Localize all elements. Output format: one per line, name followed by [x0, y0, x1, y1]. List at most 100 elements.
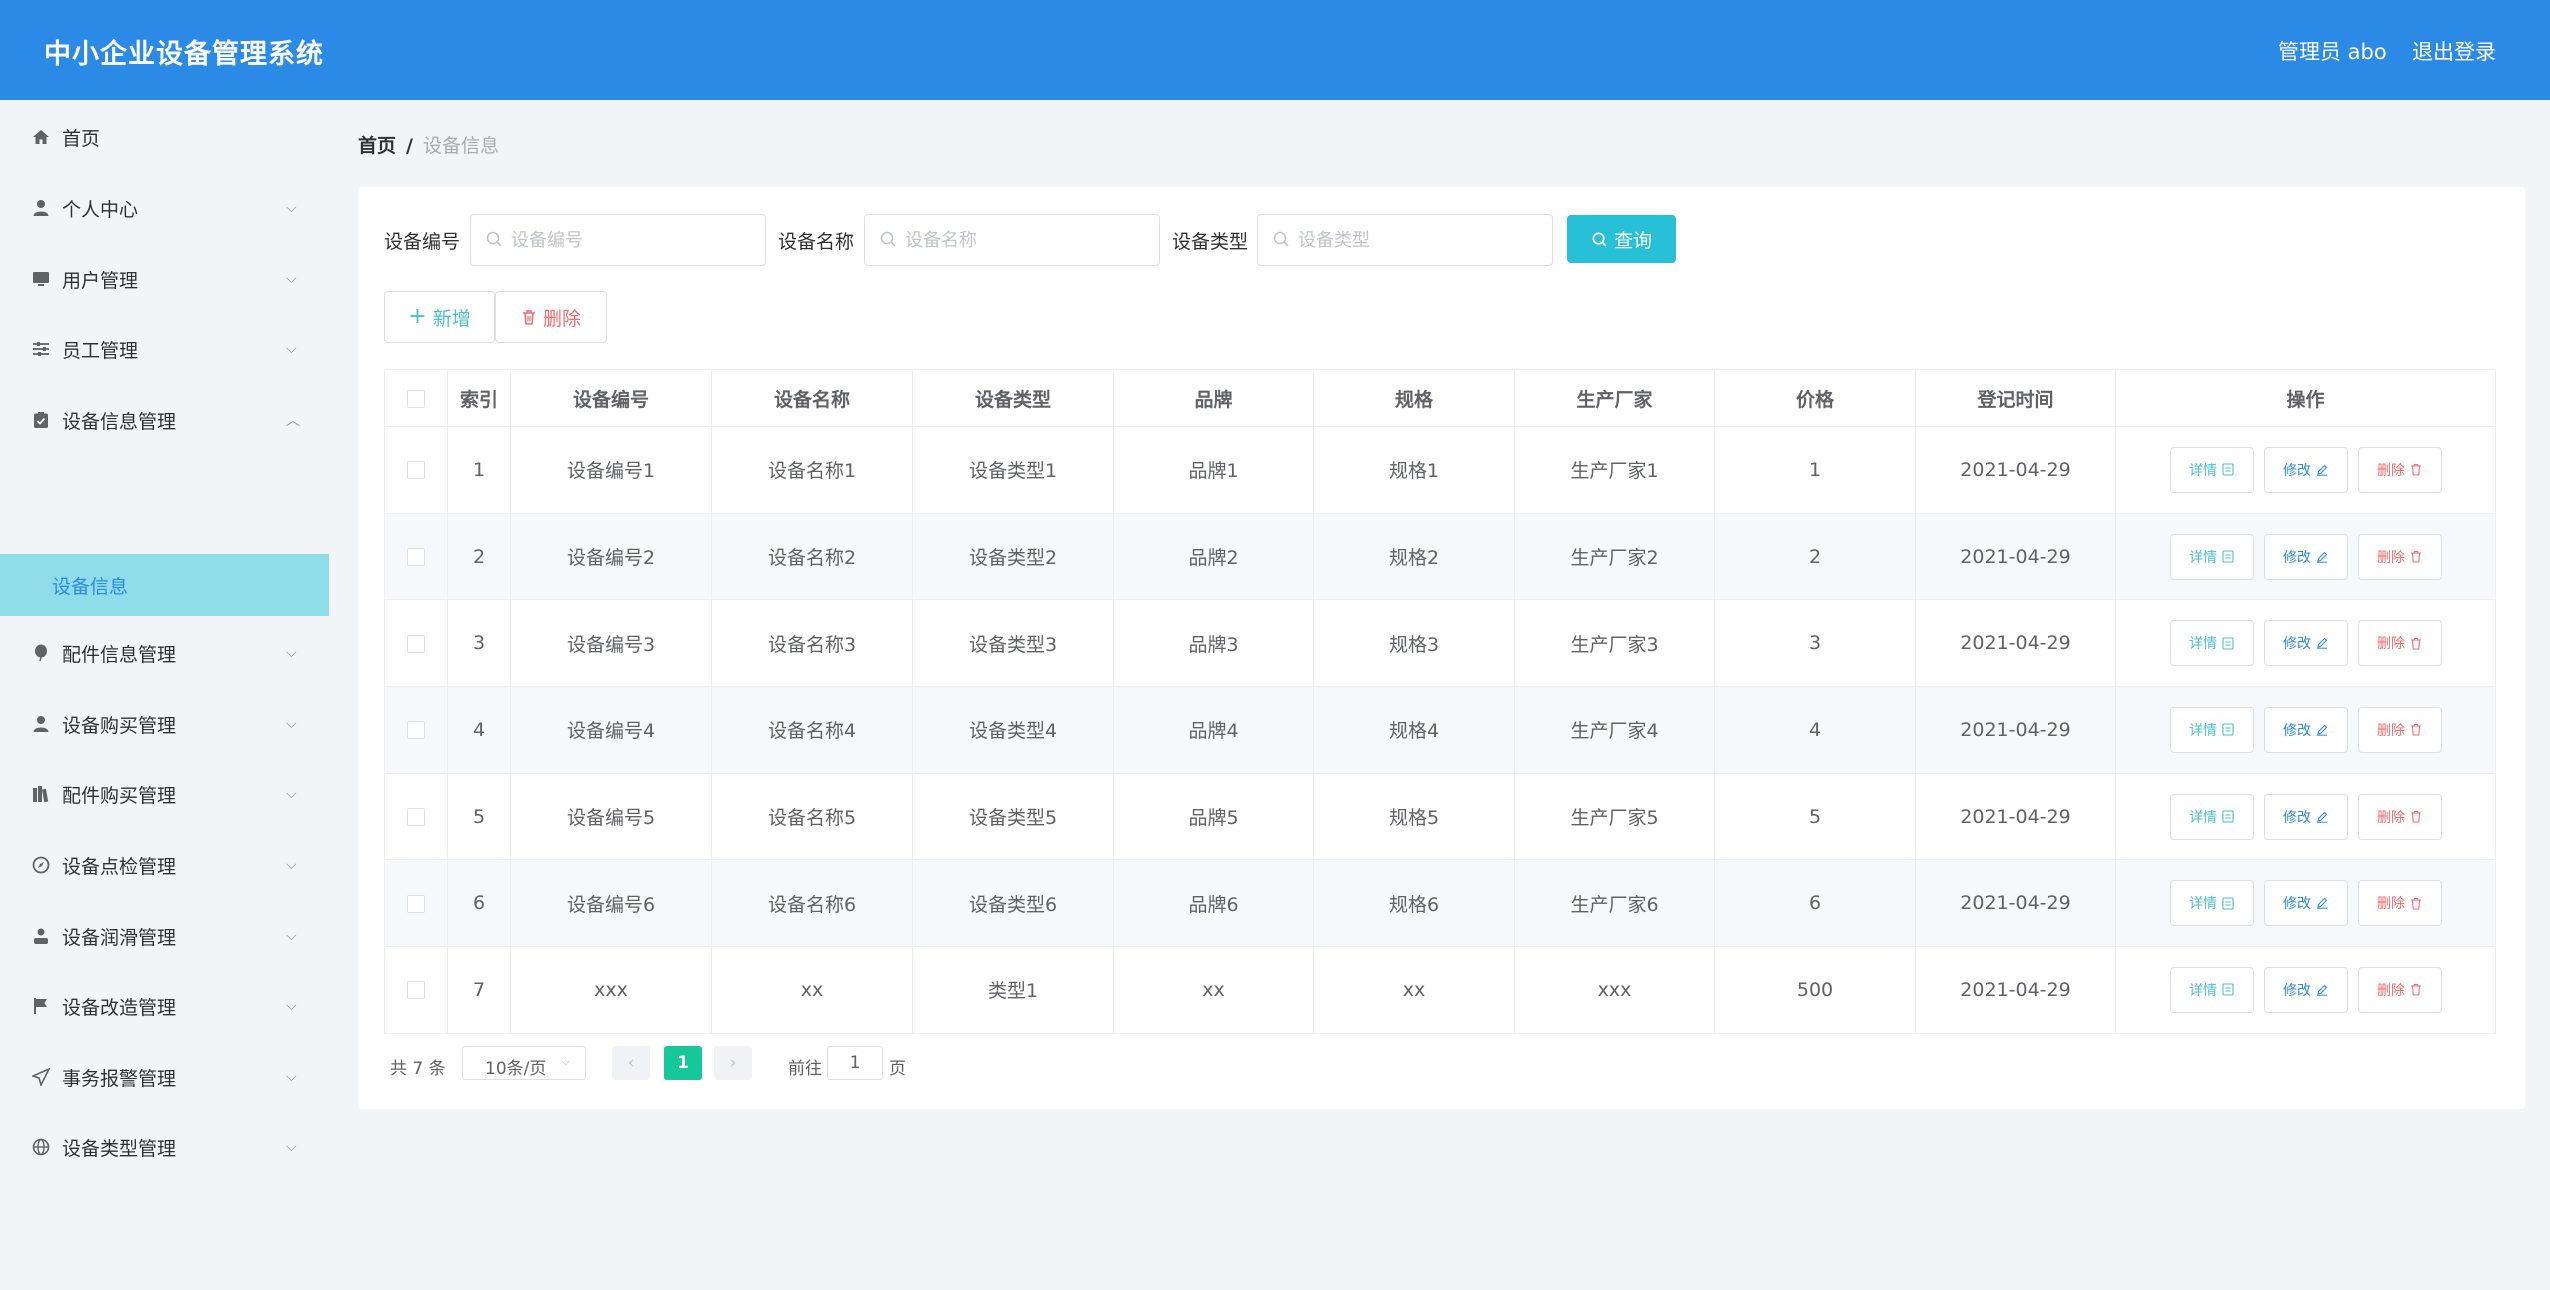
sidebar-item-parts-purchase-management[interactable]: 配件购买管理 ⌵: [0, 763, 329, 825]
row-checkbox[interactable]: [407, 981, 425, 1000]
query-button-label: 查询: [1613, 229, 1652, 252]
sidebar-item-personal-center[interactable]: 个人中心 ⌵: [0, 177, 329, 239]
edit-button[interactable]: 修改: [2263, 793, 2348, 840]
sidebar: 首页 个人中心 ⌵ 用户管理 ⌵ 员工管理 ⌵ 设备信息管理 ︿ 设备信息 配件…: [0, 100, 329, 1290]
row-select-cell[interactable]: [384, 599, 448, 688]
sidebar-item-staff-management[interactable]: 员工管理 ⌵: [0, 318, 329, 380]
detail-button[interactable]: 详情: [2169, 966, 2254, 1013]
sidebar-item-device-inspection-management[interactable]: 设备点检管理 ⌵: [0, 834, 329, 896]
sidebar-item-device-lubrication-management[interactable]: 设备润滑管理 ⌵: [0, 905, 329, 967]
next-page-button[interactable]: ›: [714, 1046, 752, 1080]
cell-device-code: 设备编号4: [510, 686, 712, 774]
page-size-select[interactable]: 10条/页 ⌵: [462, 1046, 586, 1080]
query-button[interactable]: 查询: [1567, 215, 1676, 263]
sidebar-subitem-device-info[interactable]: 设备信息: [0, 554, 329, 616]
detail-button-label: 详情: [2189, 636, 2217, 653]
device-type-field[interactable]: [1257, 214, 1553, 266]
edit-button-label: 修改: [2283, 549, 2311, 566]
edit-button[interactable]: 修改: [2263, 446, 2348, 493]
detail-button[interactable]: 详情: [2169, 793, 2254, 840]
document-icon: [2222, 463, 2234, 476]
page-number-current[interactable]: 1: [664, 1046, 702, 1080]
edit-button-label: 修改: [2283, 462, 2311, 479]
prev-page-button[interactable]: ‹: [612, 1046, 650, 1080]
remove-button[interactable]: 删除: [2357, 966, 2442, 1013]
chevron-down-icon: ⌵: [286, 716, 297, 732]
detail-button[interactable]: 详情: [2169, 880, 2254, 927]
edit-icon: [2316, 551, 2328, 563]
detail-button[interactable]: 详情: [2169, 446, 2254, 493]
edit-button[interactable]: 修改: [2263, 533, 2348, 580]
detail-button-label: 详情: [2189, 896, 2217, 913]
row-select-cell[interactable]: [384, 859, 448, 948]
row-select-cell[interactable]: [384, 773, 448, 861]
detail-button[interactable]: 详情: [2169, 706, 2254, 753]
avatar-icon: [30, 713, 52, 735]
device-code-input[interactable]: [509, 225, 749, 255]
remove-button[interactable]: 删除: [2357, 620, 2442, 667]
sidebar-item-device-renovation-management[interactable]: 设备改造管理 ⌵: [0, 975, 329, 1037]
row-checkbox[interactable]: [407, 548, 425, 567]
sidebar-item-user-management[interactable]: 用户管理 ⌵: [0, 248, 329, 310]
edit-button[interactable]: 修改: [2263, 620, 2348, 667]
remove-button[interactable]: 删除: [2357, 446, 2442, 493]
device-name-input[interactable]: [903, 225, 1143, 255]
row-checkbox[interactable]: [407, 634, 425, 653]
edit-button[interactable]: 修改: [2263, 966, 2348, 1013]
batch-delete-button[interactable]: 删除: [495, 291, 607, 343]
remove-button[interactable]: 删除: [2357, 706, 2442, 753]
sidebar-item-device-info-management[interactable]: 设备信息管理 ︿: [0, 389, 329, 451]
sidebar-item-label: 设备改造管理: [62, 996, 177, 1019]
edit-button[interactable]: 修改: [2263, 706, 2348, 753]
remove-button[interactable]: 删除: [2357, 880, 2442, 927]
detail-button-label: 详情: [2189, 809, 2217, 826]
trash-icon: [2410, 463, 2422, 476]
cell-device-type: 设备类型3: [912, 599, 1114, 688]
chevron-right-icon: ›: [729, 1053, 737, 1073]
pagination: 共 7 条 10条/页 ⌵ ‹ 1 › 前往 页: [384, 1046, 984, 1080]
device-type-input[interactable]: [1296, 225, 1536, 255]
select-all-checkbox[interactable]: [407, 389, 425, 408]
chevron-down-icon: ⌵: [286, 200, 297, 216]
remove-button-label: 删除: [2377, 896, 2405, 913]
edit-icon: [2316, 897, 2328, 909]
remove-button[interactable]: 删除: [2357, 793, 2442, 840]
table-row: 4 设备编号4 设备名称4 设备类型4 品牌4 规格4 生产厂家4 4 2021-04-29 详情…: [384, 686, 2496, 774]
detail-button-label: 详情: [2189, 982, 2217, 999]
sidebar-item-device-type-management[interactable]: 设备类型管理 ⌵: [0, 1116, 329, 1178]
table-row: 1 设备编号1 设备名称1 设备类型1 品牌1 规格1 生产厂家1 1 2021-04-29 详情…: [384, 426, 2496, 514]
remove-button[interactable]: 删除: [2357, 533, 2442, 580]
edit-button[interactable]: 修改: [2263, 880, 2348, 927]
cell-manufacturer: 生产厂家3: [1514, 599, 1715, 688]
search-icon: [880, 231, 896, 247]
detail-button[interactable]: 详情: [2169, 620, 2254, 667]
goto-page-input[interactable]: [827, 1046, 883, 1080]
row-checkbox[interactable]: [407, 721, 425, 740]
sidebar-item-parts-info-management[interactable]: 配件信息管理 ⌵: [0, 622, 329, 684]
row-select-cell[interactable]: [384, 946, 448, 1034]
select-all-cell[interactable]: [384, 369, 448, 427]
cell-device-type: 设备类型4: [912, 686, 1114, 774]
add-button[interactable]: + 新增: [384, 291, 495, 343]
sidebar-item-device-purchase-management[interactable]: 设备购买管理 ⌵: [0, 693, 329, 755]
sidebar-item-alarm-management[interactable]: 事务报警管理 ⌵: [0, 1046, 329, 1108]
row-checkbox[interactable]: [407, 808, 425, 827]
column-header: 生产厂家: [1514, 369, 1715, 427]
device-code-field[interactable]: [470, 214, 766, 266]
device-name-field[interactable]: [864, 214, 1160, 266]
search-icon: [1592, 232, 1607, 247]
row-select-cell[interactable]: [384, 513, 448, 601]
detail-button-label: 详情: [2189, 722, 2217, 739]
cell-manufacturer: 生产厂家1: [1514, 426, 1715, 514]
row-select-cell[interactable]: [384, 426, 448, 514]
sidebar-item-label: 设备信息管理: [62, 410, 177, 433]
sidebar-item-home[interactable]: 首页: [0, 106, 329, 168]
books-icon: [30, 783, 52, 805]
sidebar-subitem-label: 设备信息: [52, 575, 129, 598]
row-select-cell[interactable]: [384, 686, 448, 774]
row-checkbox[interactable]: [407, 461, 425, 480]
breadcrumb-home[interactable]: 首页: [358, 135, 396, 157]
logout-link[interactable]: 退出登录: [2412, 36, 2496, 66]
detail-button[interactable]: 详情: [2169, 533, 2254, 580]
row-checkbox[interactable]: [407, 894, 425, 913]
